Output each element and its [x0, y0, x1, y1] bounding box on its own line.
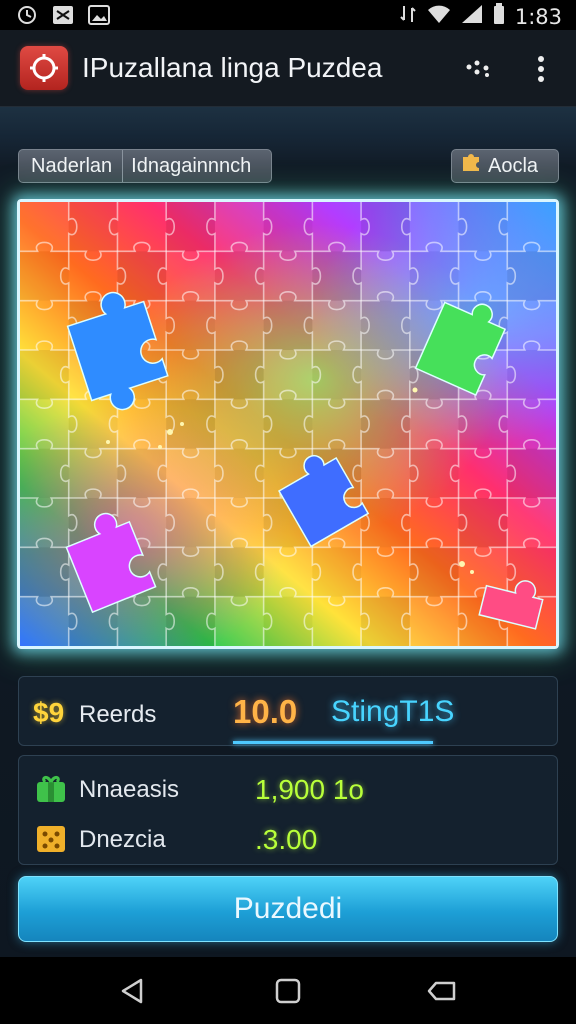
- puzzle-piece[interactable]: [507, 498, 556, 548]
- puzzle-piece[interactable]: [20, 596, 69, 646]
- puzzle-app-icon[interactable]: [20, 46, 68, 90]
- puzzle-piece[interactable]: [507, 300, 556, 350]
- recents-icon[interactable]: [424, 975, 458, 1007]
- green-gift-icon: [35, 774, 67, 804]
- puzzle-piece[interactable]: [410, 498, 459, 547]
- puzzle-piece[interactable]: [409, 399, 459, 449]
- puzzle-piece[interactable]: [214, 202, 264, 252]
- stat-label: Dnezcia: [79, 826, 166, 853]
- score-badge: $9: [33, 697, 65, 728]
- puzzle-piece[interactable]: [409, 202, 459, 252]
- puzzle-piece[interactable]: [459, 251, 508, 300]
- score-progress-fill: [233, 741, 433, 744]
- stat-value: .3.00: [255, 824, 318, 855]
- score-value: 10.0: [233, 693, 298, 730]
- score-label: Reerds: [79, 701, 157, 728]
- puzzle-piece[interactable]: [215, 498, 264, 547]
- puzzle-piece[interactable]: [166, 350, 215, 399]
- app-title: IPuzallana linga Puzdea: [82, 52, 383, 83]
- puzzle-piece[interactable]: [312, 399, 361, 448]
- puzzle-piece[interactable]: [166, 251, 215, 301]
- puzzle-piece[interactable]: [69, 449, 118, 498]
- score-progress-bar: [233, 741, 433, 744]
- game-screen: Naderlan Idnagainnnch Aocla $9 Reerds 10…: [0, 107, 576, 957]
- puzzle-piece[interactable]: [166, 448, 215, 498]
- puzzle-board[interactable]: [17, 199, 559, 649]
- sparkle-icon[interactable]: [460, 54, 496, 84]
- puzzle-piece-icon: [460, 154, 482, 178]
- puzzle-piece[interactable]: [507, 399, 556, 448]
- puzzle-piece[interactable]: [312, 597, 361, 646]
- puzzle-canvas[interactable]: [20, 202, 556, 646]
- clock-icon: [16, 4, 38, 26]
- more-vert-icon[interactable]: [523, 54, 559, 84]
- puzzle-piece[interactable]: [459, 449, 508, 498]
- puzzle-piece[interactable]: [507, 202, 556, 251]
- mode-chip-label: Aocla: [488, 154, 539, 177]
- score-panel: $9 Reerds 10.0 StingT1S: [18, 676, 558, 746]
- status-bar: 1:83: [0, 0, 576, 30]
- puzzle-piece[interactable]: [409, 596, 459, 646]
- puzzle-piece[interactable]: [361, 350, 410, 399]
- puzzle-piece[interactable]: [263, 350, 313, 400]
- wifi-icon: [427, 4, 451, 29]
- stat-value: 1,900 1o: [255, 774, 364, 805]
- puzzle-piece[interactable]: [312, 202, 361, 251]
- back-icon[interactable]: [115, 975, 149, 1007]
- puzzle-piece[interactable]: [264, 251, 313, 300]
- score-mode: StingT1S: [331, 695, 455, 728]
- data-sync-icon: [399, 3, 417, 30]
- puzzle-piece[interactable]: [20, 202, 69, 252]
- puzzle-piece[interactable]: [361, 547, 410, 596]
- puzzle-piece[interactable]: [166, 547, 215, 596]
- puzzle-piece[interactable]: [117, 597, 166, 646]
- app-bar: IPuzallana linga Puzdea: [0, 30, 576, 107]
- puzzle-piece[interactable]: [20, 498, 69, 547]
- puzzle-piece[interactable]: [214, 596, 264, 646]
- yellow-tile-icon: [35, 824, 67, 854]
- puzzle-piece[interactable]: [214, 399, 264, 449]
- puzzle-piece[interactable]: [361, 251, 410, 301]
- mode-chip[interactable]: Aocla: [451, 149, 559, 183]
- puzzle-piece[interactable]: [361, 448, 410, 498]
- battery-icon: [493, 3, 505, 30]
- image-icon: [88, 4, 110, 26]
- status-left-icons: [16, 4, 110, 26]
- stat-row: Dnezcia .3.00: [19, 816, 557, 860]
- puzzle-action-button[interactable]: Puzdedi: [18, 876, 558, 942]
- system-nav-bar: [0, 957, 576, 1024]
- puzzle-piece[interactable]: [20, 301, 69, 350]
- filter-chip[interactable]: Naderlan Idnagainnnch: [18, 149, 272, 183]
- home-icon[interactable]: [271, 975, 305, 1007]
- chip-segment-secondary[interactable]: Idnagainnnch: [123, 155, 259, 178]
- signal-icon: [461, 4, 483, 29]
- stats-panel: Nnaeasis 1,900 1o Dnezcia .3.00: [18, 755, 558, 865]
- status-right: 1:83: [399, 3, 562, 30]
- puzzle-piece[interactable]: [215, 301, 264, 350]
- stat-row: Nnaeasis 1,900 1o: [19, 766, 557, 810]
- status-time: 1:83: [514, 4, 562, 29]
- puzzle-piece[interactable]: [20, 399, 69, 449]
- puzzle-piece[interactable]: [312, 300, 362, 350]
- chip-segment-primary[interactable]: Naderlan: [19, 150, 124, 182]
- puzzle-piece[interactable]: [117, 202, 166, 251]
- stat-label: Nnaeasis: [79, 776, 180, 803]
- shuffle-icon: [52, 4, 74, 26]
- puzzle-piece[interactable]: [263, 547, 313, 597]
